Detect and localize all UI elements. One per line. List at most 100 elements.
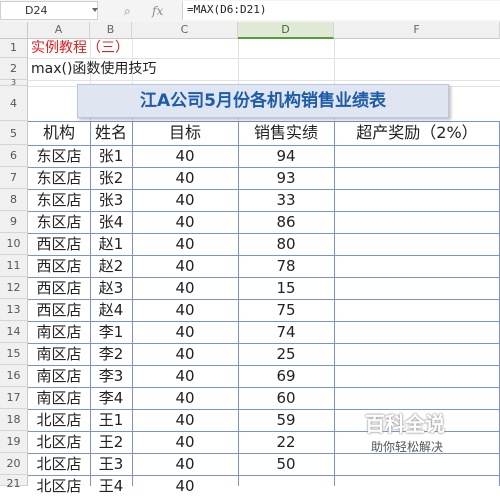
row-header[interactable]: 8: [0, 189, 28, 211]
cell-name[interactable]: 张3: [90, 189, 132, 211]
cell-org[interactable]: 西区店: [28, 233, 90, 255]
cell-org[interactable]: 南区店: [28, 321, 90, 343]
cell-target[interactable]: 40: [132, 189, 238, 211]
cell-sales[interactable]: 60: [238, 387, 334, 409]
name-box[interactable]: D24: [0, 1, 98, 20]
header-sales[interactable]: 销售实绩: [238, 122, 334, 144]
row-header[interactable]: 10: [0, 233, 28, 255]
row-header[interactable]: 4: [0, 86, 28, 121]
row-header[interactable]: 9: [0, 211, 28, 233]
cell-target[interactable]: 40: [132, 475, 238, 497]
cell-org[interactable]: 西区店: [28, 299, 90, 321]
cell-org[interactable]: 西区店: [28, 277, 90, 299]
row-header[interactable]: 7: [0, 167, 28, 189]
cell-org[interactable]: 北区店: [28, 453, 90, 475]
cell-target[interactable]: 40: [132, 167, 238, 189]
cell-sales[interactable]: 74: [238, 321, 334, 343]
cell-name[interactable]: 赵1: [90, 233, 132, 255]
cell-target[interactable]: 40: [132, 365, 238, 387]
cell-sales[interactable]: 25: [238, 343, 334, 365]
cell-target[interactable]: 40: [132, 277, 238, 299]
cell-sales[interactable]: 93: [238, 167, 334, 189]
cell-sales[interactable]: 33: [238, 189, 334, 211]
cell-org[interactable]: 南区店: [28, 343, 90, 365]
row-header[interactable]: 12: [0, 277, 28, 299]
row-header[interactable]: 13: [0, 299, 28, 321]
cell-name[interactable]: 赵4: [90, 299, 132, 321]
cell-name[interactable]: 李3: [90, 365, 132, 387]
cell-target[interactable]: 40: [132, 321, 238, 343]
cell-name[interactable]: 王4: [90, 475, 132, 497]
row-header[interactable]: 14: [0, 321, 28, 343]
cell-name[interactable]: 李1: [90, 321, 132, 343]
header-bonus[interactable]: 超产奖励（2%）: [334, 122, 500, 144]
row-header[interactable]: 2: [0, 58, 28, 80]
cell-target[interactable]: 40: [132, 387, 238, 409]
cell-org[interactable]: 南区店: [28, 365, 90, 387]
cell-org[interactable]: 东区店: [28, 167, 90, 189]
cell-a2-subtitle[interactable]: max()函数使用技巧: [31, 58, 156, 80]
column-header-c[interactable]: C: [132, 22, 238, 39]
cell-org[interactable]: 北区店: [28, 475, 90, 497]
row-header[interactable]: 6: [0, 145, 28, 167]
formula-input[interactable]: =MAX(D6:D21): [182, 1, 500, 20]
cell-sales[interactable]: 78: [238, 255, 334, 277]
cell-sales[interactable]: 75: [238, 299, 334, 321]
cell-org[interactable]: 北区店: [28, 431, 90, 453]
cell-name[interactable]: 李2: [90, 343, 132, 365]
cell-target[interactable]: 40: [132, 233, 238, 255]
cell-target[interactable]: 40: [132, 431, 238, 453]
cell-sales[interactable]: 15: [238, 277, 334, 299]
cell-name[interactable]: 赵3: [90, 277, 132, 299]
cell-sales[interactable]: 86: [238, 211, 334, 233]
row-header[interactable]: 21: [0, 475, 28, 490]
cell-sales[interactable]: 22: [238, 431, 334, 453]
row-header[interactable]: 17: [0, 387, 28, 409]
cell-name[interactable]: 李4: [90, 387, 132, 409]
row-header[interactable]: 15: [0, 343, 28, 365]
row-header[interactable]: 20: [0, 453, 28, 475]
cell-sales[interactable]: 80: [238, 233, 334, 255]
cell-name[interactable]: 王1: [90, 409, 132, 431]
title-banner[interactable]: 江A公司5月份各机构销售业绩表: [77, 84, 449, 118]
cell-org[interactable]: 东区店: [28, 189, 90, 211]
cell-target[interactable]: 40: [132, 145, 238, 167]
cell-target[interactable]: 40: [132, 299, 238, 321]
cell-target[interactable]: 40: [132, 211, 238, 233]
cell-org[interactable]: 北区店: [28, 409, 90, 431]
select-all-corner[interactable]: [0, 22, 28, 39]
row-header[interactable]: 18: [0, 409, 28, 431]
row-header[interactable]: 19: [0, 431, 28, 453]
cell-sales[interactable]: 69: [238, 365, 334, 387]
cell-target[interactable]: 40: [132, 255, 238, 277]
cell-target[interactable]: 40: [132, 343, 238, 365]
row-header[interactable]: 1: [0, 39, 28, 58]
column-header-d[interactable]: D: [238, 22, 334, 39]
cell-org[interactable]: 东区店: [28, 211, 90, 233]
cell-name[interactable]: 张2: [90, 167, 132, 189]
cell-name[interactable]: 赵2: [90, 255, 132, 277]
cell-a1-title[interactable]: 实例教程（三）: [31, 37, 129, 59]
column-header-f[interactable]: F: [334, 22, 500, 39]
cell-sales[interactable]: 59: [238, 409, 334, 431]
cell-target[interactable]: 40: [132, 453, 238, 475]
cell-org[interactable]: 南区店: [28, 387, 90, 409]
cell-name[interactable]: 张1: [90, 145, 132, 167]
name-box-dropdown-icon[interactable]: [92, 8, 98, 12]
header-target[interactable]: 目标: [132, 122, 238, 144]
zoom-icon[interactable]: ⌕: [124, 2, 131, 20]
cell-name[interactable]: 张4: [90, 211, 132, 233]
cell-sales[interactable]: 50: [238, 453, 334, 475]
cell-name[interactable]: 王3: [90, 453, 132, 475]
header-org[interactable]: 机构: [28, 122, 90, 144]
row-header[interactable]: 16: [0, 365, 28, 387]
cell-name[interactable]: 王2: [90, 431, 132, 453]
fx-icon[interactable]: fx: [152, 2, 163, 20]
header-name[interactable]: 姓名: [90, 122, 132, 144]
row-header[interactable]: 11: [0, 255, 28, 277]
cell-org[interactable]: 西区店: [28, 255, 90, 277]
cell-target[interactable]: 40: [132, 409, 238, 431]
cell-org[interactable]: 东区店: [28, 145, 90, 167]
cell-sales[interactable]: 94: [238, 145, 334, 167]
row-header[interactable]: 5: [0, 121, 28, 145]
